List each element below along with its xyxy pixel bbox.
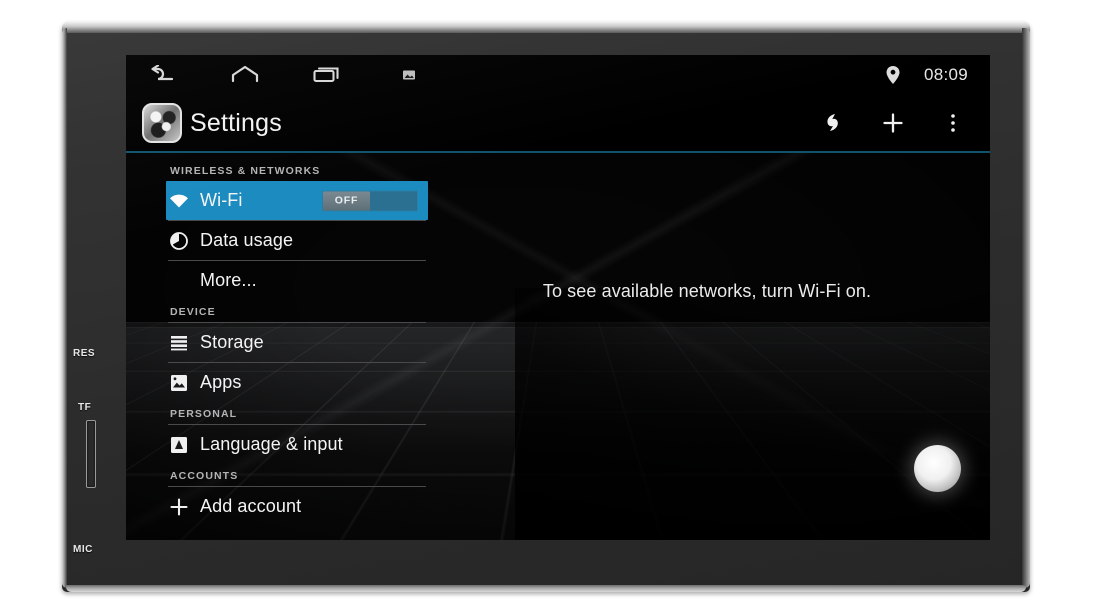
knob-reflection bbox=[914, 445, 961, 492]
screenshot-root: RES TF MIC 08:09 Settings WIRELESS & NET… bbox=[0, 0, 1100, 615]
sidebar-item-add-account[interactable]: Add account bbox=[126, 487, 428, 526]
sidebar-item-label-data-usage: Data usage bbox=[200, 230, 294, 250]
status-bar: 08:09 bbox=[126, 55, 990, 95]
sidebar-item-storage[interactable]: Storage bbox=[126, 323, 428, 362]
device-screen: 08:09 Settings WIRELESS & NETWORKS Wi-Fi… bbox=[126, 55, 990, 540]
sidebar-item-more[interactable]: More... bbox=[126, 261, 428, 300]
recents-icon[interactable] bbox=[312, 63, 342, 87]
sidebar-item-label-add-account: Add account bbox=[200, 496, 302, 516]
sidebar-item-label-language-input: Language & input bbox=[200, 434, 343, 454]
plus-icon bbox=[168, 496, 190, 518]
chassis-top-trim bbox=[62, 22, 1030, 33]
chassis-left-trim bbox=[62, 28, 67, 588]
navigation-bar bbox=[126, 63, 424, 87]
location-pin-icon bbox=[878, 63, 908, 87]
clock: 08:09 bbox=[923, 65, 968, 84]
wifi-empty-state-text: To see available networks, turn Wi-Fi on… bbox=[542, 281, 872, 301]
screenshot-icon[interactable] bbox=[394, 63, 424, 87]
apps-icon bbox=[168, 372, 190, 394]
sidebar-item-label-more: More... bbox=[200, 270, 257, 290]
wifi-toggle-state: OFF bbox=[334, 194, 359, 207]
sidebar-item-label-apps: Apps bbox=[200, 372, 242, 392]
section-header-wireless: WIRELESS & NETWORKS bbox=[170, 165, 321, 177]
section-header-personal: PERSONAL bbox=[170, 408, 238, 420]
sidebar-item-wifi[interactable]: Wi-Fi OFF bbox=[166, 181, 428, 220]
sidebar-item-data-usage[interactable]: Data usage bbox=[126, 221, 428, 260]
settings-list: WIRELESS & NETWORKS Wi-Fi OFF Data usage… bbox=[126, 153, 428, 540]
data-usage-icon bbox=[168, 230, 190, 252]
home-icon[interactable] bbox=[230, 63, 260, 87]
storage-icon bbox=[168, 332, 190, 354]
section-header-device: DEVICE bbox=[170, 306, 216, 318]
page-title: Settings bbox=[190, 108, 282, 137]
wifi-toggle-thumb: OFF bbox=[323, 191, 370, 210]
chassis-right-trim bbox=[1022, 28, 1030, 588]
settings-app-icon bbox=[142, 103, 182, 143]
sidebar-item-apps[interactable]: Apps bbox=[126, 363, 428, 402]
wifi-toggle[interactable]: OFF bbox=[322, 190, 418, 211]
wifi-icon bbox=[168, 190, 190, 212]
sidebar-item-language-input[interactable]: Language & input bbox=[126, 425, 428, 464]
microphone-label: MIC bbox=[73, 544, 93, 555]
chassis-bottom-trim bbox=[66, 585, 1026, 592]
tf-card-slot[interactable] bbox=[86, 420, 96, 488]
action-bar: Settings bbox=[126, 95, 990, 153]
sidebar-item-label-wifi: Wi-Fi bbox=[200, 190, 243, 210]
sidebar-item-label-storage: Storage bbox=[200, 332, 264, 352]
add-icon[interactable] bbox=[880, 110, 906, 136]
reset-button-label[interactable]: RES bbox=[73, 348, 95, 359]
overflow-menu-icon[interactable] bbox=[940, 110, 966, 136]
action-bar-buttons bbox=[820, 110, 990, 136]
sync-icon[interactable] bbox=[820, 110, 846, 136]
section-header-accounts: ACCOUNTS bbox=[170, 470, 239, 482]
status-bar-right: 08:09 bbox=[878, 63, 990, 87]
tf-card-slot-label: TF bbox=[78, 402, 92, 413]
back-icon[interactable] bbox=[148, 63, 178, 87]
language-icon bbox=[168, 434, 190, 456]
